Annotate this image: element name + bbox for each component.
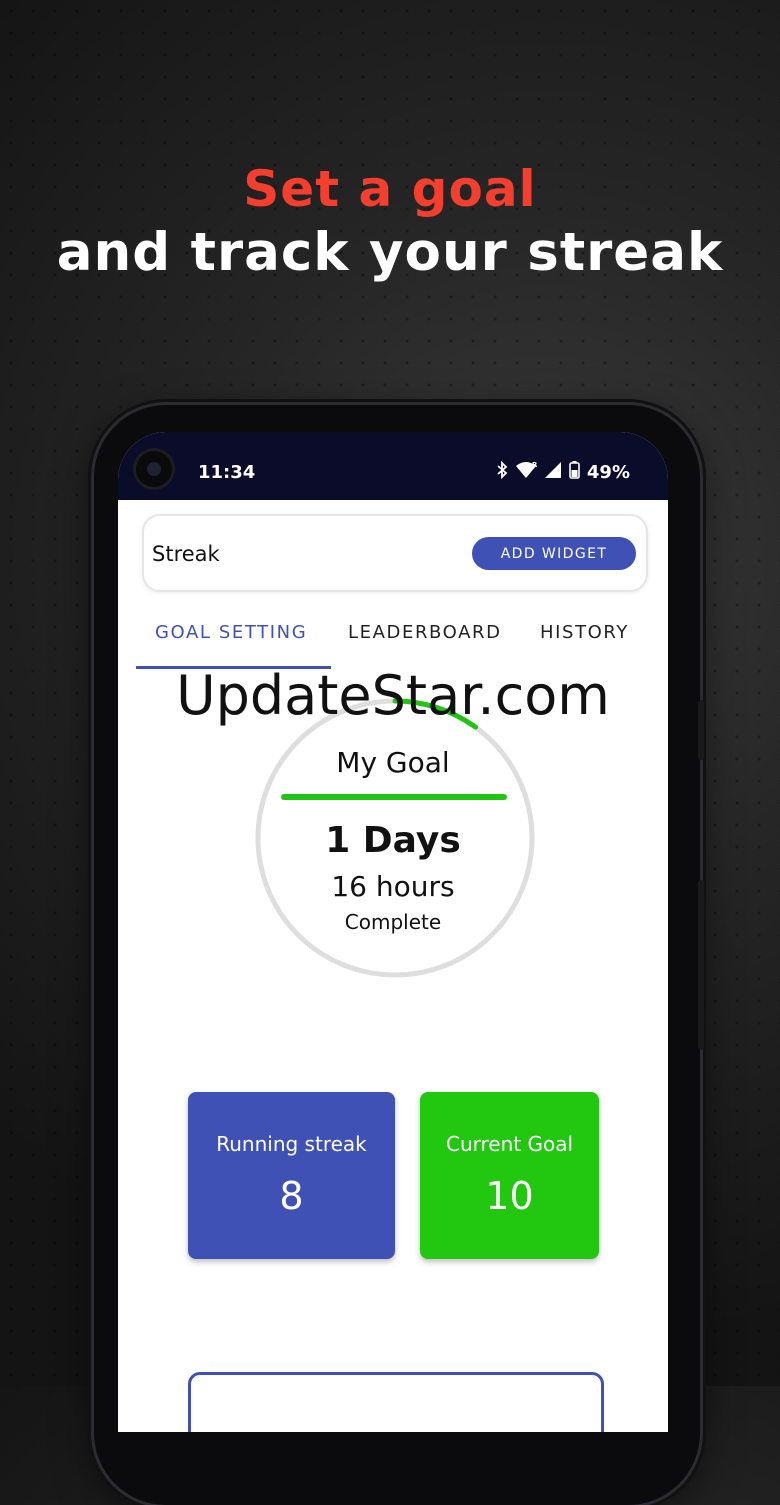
tab-goal-setting[interactable]: GOAL SETTING (155, 622, 307, 643)
battery-percent: 49% (586, 462, 630, 483)
svg-text:R: R (532, 461, 537, 469)
goal-hours: 16 hours (331, 870, 455, 903)
headline-line-1: Set a goal (243, 160, 537, 218)
phone-screen: 11:34 R 49% Streak ADD WIDGET GOAL SETTI… (118, 432, 668, 1432)
current-goal-card[interactable]: Current Goal 10 (420, 1092, 599, 1259)
running-streak-card[interactable]: Running streak 8 (188, 1092, 395, 1259)
signal-icon (544, 461, 562, 484)
app-title: Streak (152, 542, 220, 566)
app-header-card: Streak ADD WIDGET (142, 514, 648, 592)
front-camera (136, 451, 172, 487)
running-streak-value: 8 (279, 1174, 304, 1218)
current-goal-value: 10 (485, 1174, 534, 1218)
phone-volume-button (698, 880, 704, 1050)
bluetooth-icon (496, 460, 508, 484)
wifi-icon: R (515, 461, 538, 484)
tab-leaderboard[interactable]: LEADERBOARD (348, 622, 502, 643)
goal-status: Complete (344, 910, 442, 934)
goal-divider-bar (281, 794, 507, 800)
watermark-text: UpdateStar.com (176, 664, 610, 727)
tab-history[interactable]: HISTORY (540, 622, 629, 643)
status-bar: 11:34 R 49% (118, 432, 668, 500)
add-widget-button[interactable]: ADD WIDGET (472, 537, 636, 570)
headline-line-2: and track your streak (56, 222, 724, 283)
running-streak-label: Running streak (216, 1132, 367, 1156)
bottom-card[interactable] (188, 1372, 604, 1432)
current-goal-label: Current Goal (445, 1132, 574, 1156)
tab-bar: GOAL SETTING LEADERBOARD HISTORY (136, 608, 668, 669)
phone-side-button (698, 700, 704, 760)
status-icons: R 49% (496, 460, 630, 484)
status-time: 11:34 (198, 462, 256, 483)
goal-title: My Goal (336, 746, 450, 779)
goal-days: 1 Days (325, 820, 461, 861)
battery-icon (569, 461, 580, 484)
